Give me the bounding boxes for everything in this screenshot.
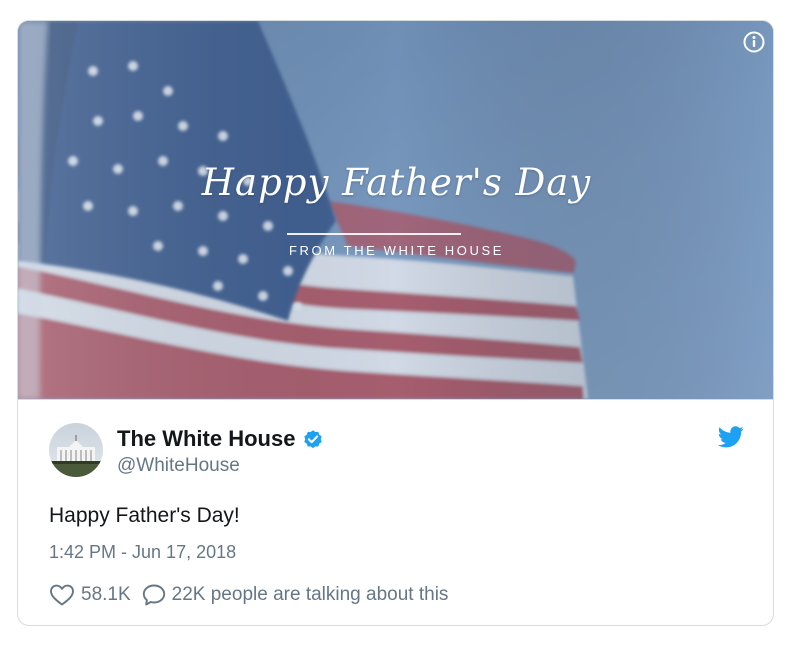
media-title: Happy Father's Day xyxy=(201,161,592,204)
info-icon[interactable] xyxy=(743,31,765,53)
tweet-actions: 58.1K 22K people are talking about this xyxy=(49,583,448,607)
tweet-media-image[interactable]: Happy Father's Day FROM THE WHITE HOUSE xyxy=(18,21,773,399)
speech-bubble-icon xyxy=(142,584,165,606)
like-count: 58.1K xyxy=(81,584,131,605)
reply-button[interactable]: 22K people are talking about this xyxy=(141,583,449,607)
talking-count: 22K people are talking about this xyxy=(171,584,449,605)
author-name-row[interactable]: The White House xyxy=(117,426,324,452)
tweet-card[interactable]: Happy Father's Day FROM THE WHITE HOUSE xyxy=(17,20,774,626)
tweet-timestamp[interactable]: 1:42 PM - Jun 17, 2018 xyxy=(49,542,236,563)
author-handle[interactable]: @WhiteHouse xyxy=(117,455,240,477)
white-house-avatar-image xyxy=(49,423,103,477)
heart-icon xyxy=(50,584,74,606)
verified-badge-icon xyxy=(304,430,323,449)
like-button[interactable]: 58.1K xyxy=(49,583,141,607)
twitter-bird-icon[interactable] xyxy=(718,426,744,448)
tweet-text: Happy Father's Day! xyxy=(49,504,240,527)
media-divider xyxy=(287,233,461,235)
tweet-body: The White House @WhiteHouse Happy Father… xyxy=(18,399,773,625)
author-name[interactable]: The White House xyxy=(117,426,295,452)
avatar[interactable] xyxy=(49,423,103,477)
media-subtitle: FROM THE WHITE HOUSE xyxy=(289,243,504,258)
american-flag-image xyxy=(18,21,773,399)
